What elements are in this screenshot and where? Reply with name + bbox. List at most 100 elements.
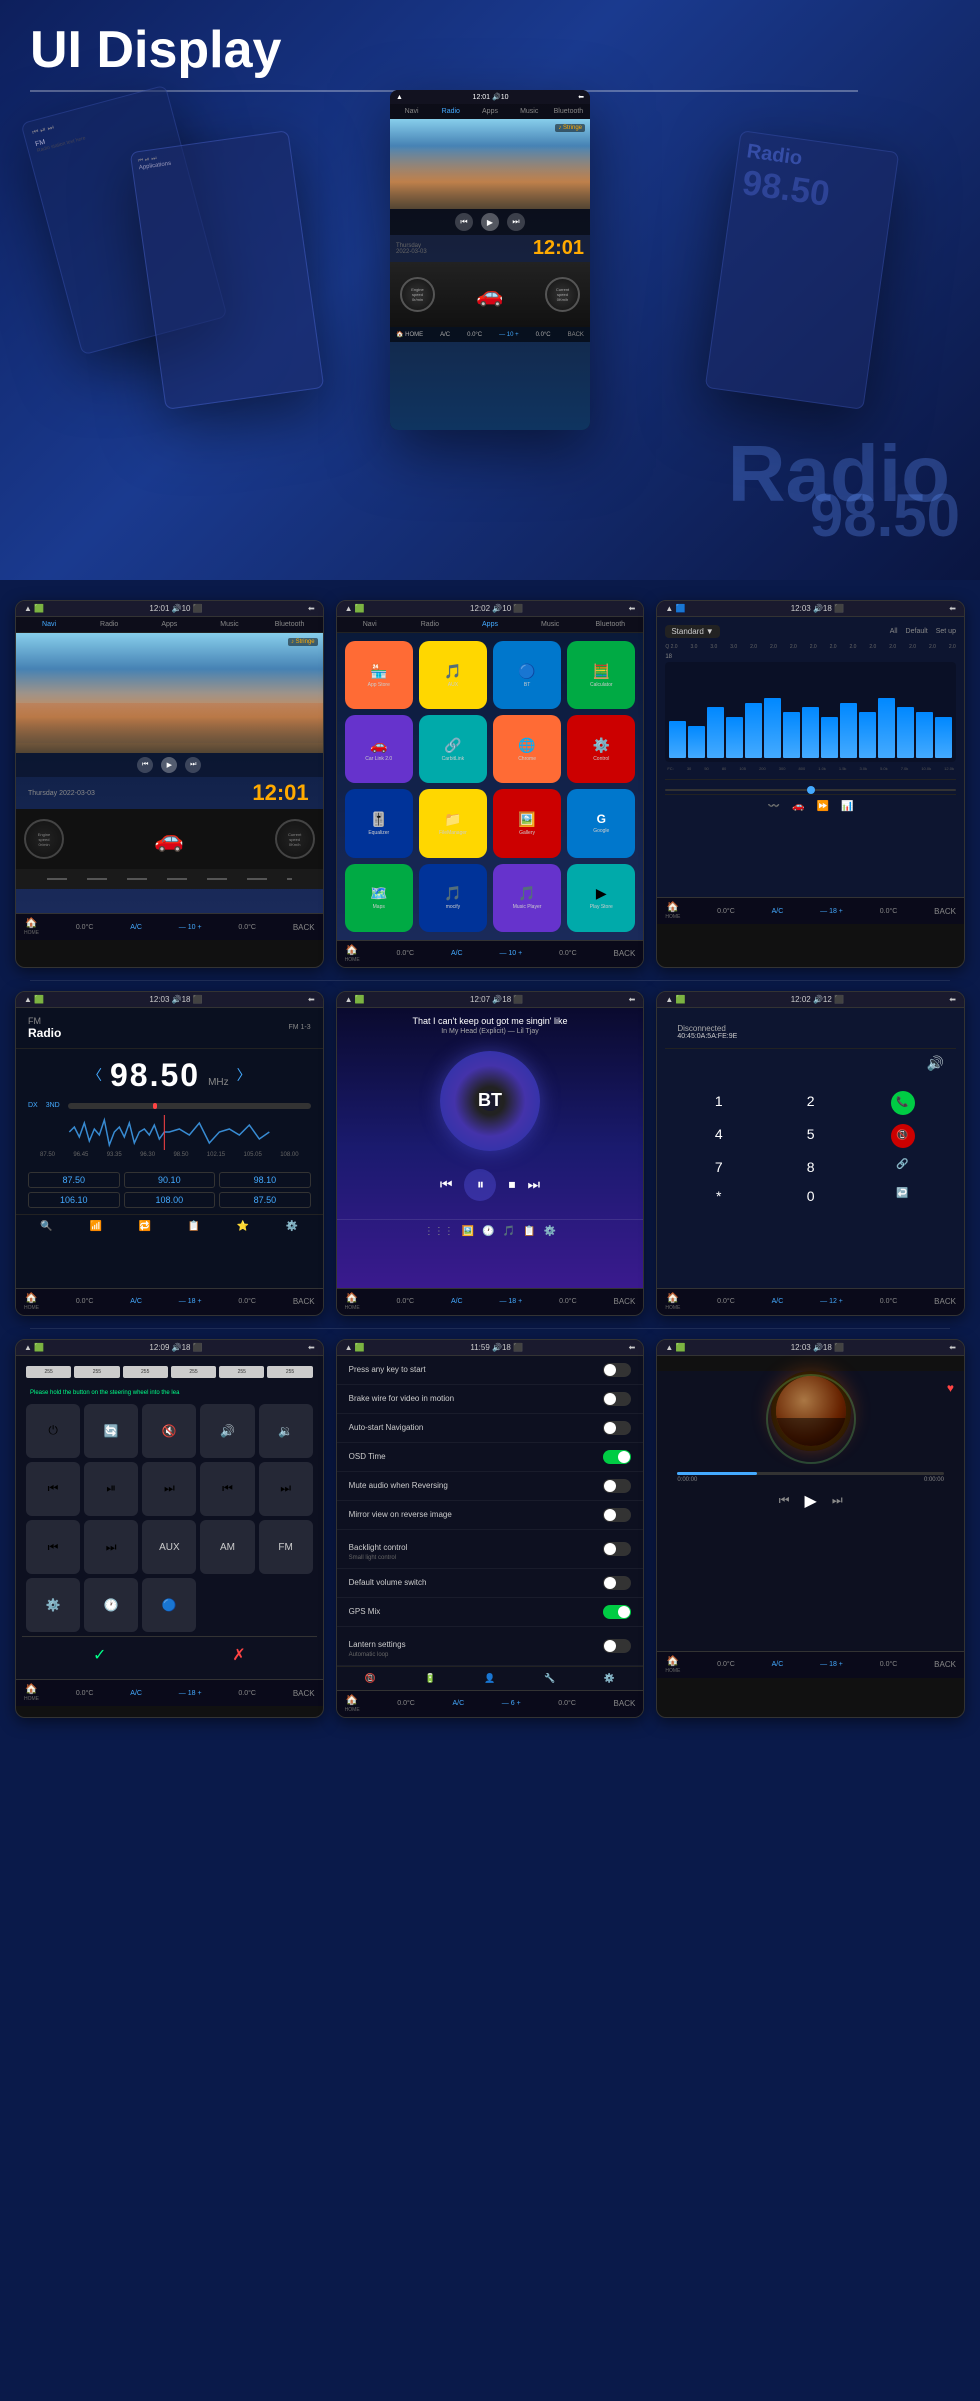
- dial-btn-1[interactable]: 1: [673, 1087, 764, 1119]
- toggle-osd[interactable]: OSD Time: [337, 1443, 644, 1472]
- toggle-backlight-switch[interactable]: [603, 1542, 631, 1556]
- settings-bottom-icon-5[interactable]: ⚙️: [604, 1673, 615, 1684]
- dial-btn-5[interactable]: 5: [765, 1120, 856, 1152]
- app-chrome[interactable]: 🌐Chrome: [493, 715, 561, 783]
- back-label-home[interactable]: BACK: [293, 923, 315, 932]
- app-carlink[interactable]: 🚗Car Link 2.0: [345, 715, 413, 783]
- app-filemanager[interactable]: 📁FileManager: [419, 789, 487, 857]
- toggle-brake[interactable]: Brake wire for video in motion: [337, 1385, 644, 1414]
- dial-btn-4[interactable]: 4: [673, 1120, 764, 1152]
- back-label-settings[interactable]: BACK: [293, 1689, 315, 1698]
- settings-icon-refresh[interactable]: 🔄: [84, 1404, 138, 1458]
- dial-btn-0[interactable]: 0: [765, 1182, 856, 1210]
- dial-btn-hash[interactable]: ↩️: [857, 1182, 948, 1210]
- back-label-bt[interactable]: BACK: [614, 1297, 636, 1306]
- settings-icon-prev3[interactable]: ⏮: [26, 1520, 80, 1574]
- settings-bottom-icon-4[interactable]: 🔧: [544, 1673, 555, 1684]
- back-label-eq[interactable]: BACK: [934, 907, 956, 916]
- cancel-btn[interactable]: ✗: [232, 1645, 245, 1665]
- settings-bottom-icon-1[interactable]: 📵: [365, 1673, 376, 1684]
- settings-icon-prev1[interactable]: ⏮: [26, 1462, 80, 1516]
- bt-next-btn[interactable]: ⏭: [527, 1176, 540, 1193]
- toggle-backlight[interactable]: Backlight control Small light control: [337, 1530, 644, 1569]
- music-next-btn[interactable]: ⏭: [832, 1493, 843, 1508]
- settings-bottom-icon-3[interactable]: 👤: [484, 1673, 495, 1684]
- preset-2[interactable]: 90.10: [124, 1172, 216, 1188]
- settings-icon-voldown[interactable]: 🔉: [259, 1404, 313, 1458]
- dial-btn-7[interactable]: 7: [673, 1153, 764, 1181]
- app-mocify[interactable]: 🎵mocify: [419, 864, 487, 932]
- toggle-autonav-switch[interactable]: [603, 1421, 631, 1435]
- app-appstore[interactable]: 🏪App Store: [345, 641, 413, 709]
- back-label-toggles[interactable]: BACK: [614, 1699, 636, 1708]
- app-bt[interactable]: 🔵BT: [493, 641, 561, 709]
- app-control[interactable]: ⚙️Control: [567, 715, 635, 783]
- toggle-gps[interactable]: GPS Mix: [337, 1598, 644, 1627]
- preset-3[interactable]: 98.10: [219, 1172, 311, 1188]
- toggle-gps-switch[interactable]: [603, 1605, 631, 1619]
- call-btn[interactable]: 📞: [891, 1091, 915, 1115]
- freq-next-btn[interactable]: 〉: [237, 1065, 251, 1085]
- app-maps[interactable]: 🗺️Maps: [345, 864, 413, 932]
- toggle-press-key[interactable]: Press any key to start: [337, 1356, 644, 1385]
- dial-btn-8[interactable]: 8: [765, 1153, 856, 1181]
- settings-icon-gear[interactable]: ⚙️: [26, 1578, 80, 1632]
- app-carbitlink[interactable]: 🔗CarbitLink: [419, 715, 487, 783]
- back-label-apps[interactable]: BACK: [614, 949, 636, 958]
- toggle-volume[interactable]: Default volume switch: [337, 1569, 644, 1598]
- back-label-music[interactable]: BACK: [934, 1660, 956, 1669]
- app-google[interactable]: GGoogle: [567, 789, 635, 857]
- settings-icon-volup[interactable]: 🔊: [200, 1404, 254, 1458]
- like-icon[interactable]: ♥: [947, 1381, 954, 1395]
- toggle-mirror-switch[interactable]: [603, 1508, 631, 1522]
- eq-tab-setup[interactable]: Set up: [936, 628, 956, 635]
- settings-icon-aux[interactable]: AUX: [142, 1520, 196, 1574]
- eq-tab-default[interactable]: Default: [906, 628, 928, 635]
- settings-icon-clock[interactable]: 🕐: [84, 1578, 138, 1632]
- settings-icon-power[interactable]: ⏻: [26, 1404, 80, 1458]
- freq-prev-btn[interactable]: 〈: [88, 1065, 102, 1085]
- bt-prev-btn[interactable]: ⏮: [440, 1176, 453, 1193]
- preset-1[interactable]: 87.50: [28, 1172, 120, 1188]
- settings-icon-next3[interactable]: ⏭: [84, 1520, 138, 1574]
- eq-tab-all[interactable]: All: [890, 628, 898, 635]
- back-label-phone[interactable]: BACK: [934, 1297, 956, 1306]
- settings-bottom-icon-2[interactable]: 🔋: [425, 1673, 436, 1684]
- app-gallery[interactable]: 🖼️Gallery: [493, 789, 561, 857]
- settings-icon-fm[interactable]: FM: [259, 1520, 313, 1574]
- toggle-mute-rev[interactable]: Mute audio when Reversing: [337, 1472, 644, 1501]
- dial-btn-2[interactable]: 2: [765, 1087, 856, 1119]
- eq-dropdown[interactable]: Standard ▼: [665, 625, 719, 638]
- radio-icon-settings[interactable]: ⚙️: [286, 1221, 298, 1232]
- settings-icon-next2[interactable]: ⏭: [259, 1462, 313, 1516]
- radio-icon-list[interactable]: 📋: [188, 1221, 200, 1232]
- app-calculator[interactable]: 🧮Calculator: [567, 641, 635, 709]
- settings-icon-playpause[interactable]: ⏯: [84, 1462, 138, 1516]
- radio-icon-loop[interactable]: 🔁: [139, 1221, 151, 1232]
- preset-5[interactable]: 108.00: [124, 1192, 216, 1208]
- toggle-lantern-switch[interactable]: [603, 1639, 631, 1653]
- toggle-autonav[interactable]: Auto-start Navigation: [337, 1414, 644, 1443]
- settings-icon-bt[interactable]: 🔵: [142, 1578, 196, 1632]
- radio-icon-fav[interactable]: ⭐: [237, 1221, 249, 1232]
- settings-icon-next1[interactable]: ⏭: [142, 1462, 196, 1516]
- preset-6[interactable]: 87.50: [219, 1192, 311, 1208]
- app-playstore[interactable]: ▶Play Store: [567, 864, 635, 932]
- music-play-btn[interactable]: ▶: [805, 1491, 817, 1511]
- bt-stop-btn[interactable]: ⏹: [508, 1176, 515, 1193]
- dial-btn-9-link[interactable]: 🔗: [857, 1153, 948, 1181]
- radio-icon-search[interactable]: 🔍: [40, 1221, 52, 1232]
- toggle-brake-switch[interactable]: [603, 1392, 631, 1406]
- app-aux[interactable]: 🎵AUX: [419, 641, 487, 709]
- preset-4[interactable]: 106.10: [28, 1192, 120, 1208]
- toggle-lantern[interactable]: Lantern settings Automatic loop: [337, 1627, 644, 1666]
- settings-icon-mute[interactable]: 🔇: [142, 1404, 196, 1458]
- toggle-mute-rev-switch[interactable]: [603, 1479, 631, 1493]
- hangup-btn[interactable]: 📵: [891, 1124, 915, 1148]
- back-label-radio[interactable]: BACK: [293, 1297, 315, 1306]
- music-prev-btn[interactable]: ⏮: [779, 1493, 790, 1508]
- toggle-press-key-switch[interactable]: [603, 1363, 631, 1377]
- bt-play-btn[interactable]: ⏸: [464, 1169, 496, 1201]
- settings-icon-prev2[interactable]: ⏮: [200, 1462, 254, 1516]
- toggle-volume-switch[interactable]: [603, 1576, 631, 1590]
